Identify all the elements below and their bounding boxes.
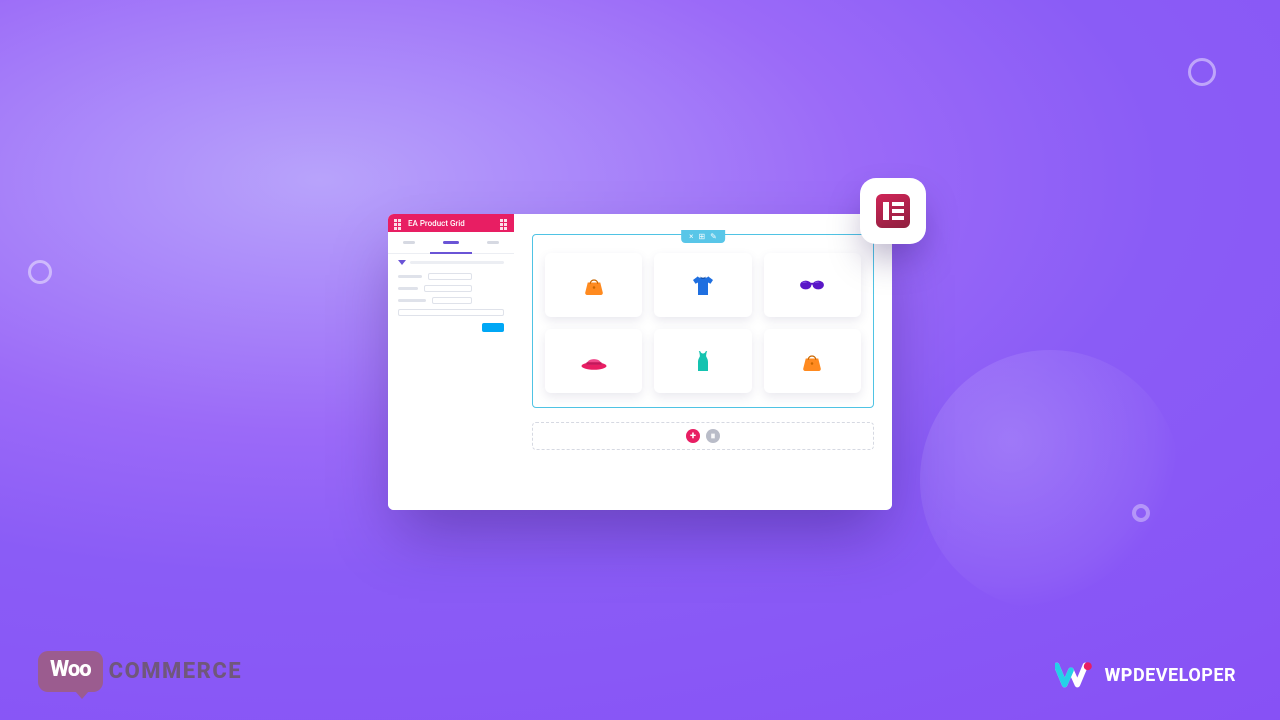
chevron-down-icon (398, 260, 406, 265)
elementor-badge (860, 178, 926, 244)
woo-text: COMMERCE (109, 659, 242, 684)
elementor-icon (876, 194, 910, 228)
form-row (398, 309, 504, 316)
grid-icon[interactable]: ⊞ (698, 232, 705, 241)
field-label (398, 299, 426, 302)
submit-button[interactable] (482, 323, 504, 332)
product-card-sunglasses[interactable] (764, 253, 861, 317)
panel-section-toggle[interactable] (388, 254, 514, 267)
wpdeveloper-icon (1055, 660, 1095, 690)
wpdeveloper-logo: WPDEVELOPER (1055, 660, 1236, 690)
editor-window: EA Product Grid × ⊞ ✎ (388, 214, 892, 510)
field-input[interactable] (428, 273, 472, 280)
product-card-tank-top[interactable] (654, 329, 751, 393)
woo-bubble: Woo (38, 651, 103, 692)
decor-ring (28, 260, 52, 284)
section-controls[interactable]: × ⊞ ✎ (681, 230, 725, 243)
add-template-button[interactable] (706, 429, 720, 443)
form-row (398, 285, 504, 292)
field-input[interactable] (432, 297, 472, 304)
panel-tabs (388, 232, 514, 254)
wpdeveloper-text: WPDEVELOPER (1105, 665, 1236, 686)
panel-title: EA Product Grid (408, 219, 494, 228)
handbag-icon (797, 346, 827, 376)
sunglasses-icon (797, 270, 827, 300)
field-label (398, 275, 422, 278)
product-grid (545, 253, 861, 393)
product-card-handbag[interactable] (764, 329, 861, 393)
tshirt-icon (688, 270, 718, 300)
add-section-button[interactable]: + (686, 429, 700, 443)
form-row (398, 273, 504, 280)
tab-advanced[interactable] (472, 232, 514, 253)
form-row (398, 297, 504, 304)
panel-header[interactable]: EA Product Grid (388, 214, 514, 232)
field-input[interactable] (424, 285, 472, 292)
product-card-hat[interactable] (545, 329, 642, 393)
field-label (398, 287, 418, 290)
tab-style[interactable] (430, 232, 472, 254)
section-label (410, 261, 504, 264)
decor-blob (920, 350, 1180, 610)
menu-grip-icon[interactable] (500, 219, 508, 227)
edit-icon[interactable]: ✎ (710, 232, 717, 241)
drag-grip-icon[interactable] (394, 219, 402, 227)
handbag-icon (579, 270, 609, 300)
decor-ring (1188, 58, 1216, 86)
editor-canvas[interactable]: × ⊞ ✎ (514, 214, 892, 510)
close-icon[interactable]: × (689, 232, 693, 241)
woocommerce-logo: Woo COMMERCE (38, 651, 242, 692)
tab-content[interactable] (388, 232, 430, 253)
panel-form (388, 267, 514, 338)
product-card-tshirt[interactable] (654, 253, 751, 317)
field-input[interactable] (398, 309, 504, 316)
hat-icon (579, 346, 609, 376)
product-card-handbag[interactable] (545, 253, 642, 317)
widget-panel: EA Product Grid (388, 214, 514, 510)
product-grid-section[interactable] (532, 234, 874, 408)
tank-top-icon (688, 346, 718, 376)
add-section-placeholder[interactable]: + (532, 422, 874, 450)
